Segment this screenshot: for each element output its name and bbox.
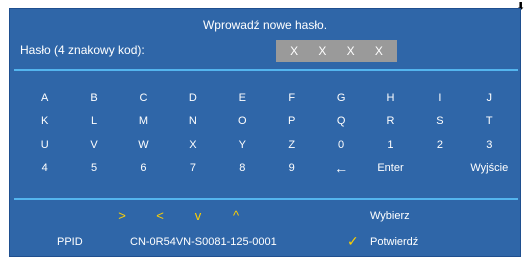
password-field[interactable]: X X X X: [276, 40, 397, 62]
key-h[interactable]: H: [366, 86, 415, 110]
key-o[interactable]: O: [218, 110, 267, 134]
chevron-up-icon: ^: [232, 208, 240, 223]
key-t[interactable]: T: [465, 110, 514, 134]
key-e[interactable]: E: [218, 86, 267, 110]
key-p[interactable]: P: [267, 110, 316, 134]
key-backspace[interactable]: ←: [316, 157, 365, 181]
key-6[interactable]: 6: [119, 157, 168, 181]
password-char-4: X: [374, 44, 383, 58]
key-enter[interactable]: Enter: [366, 157, 415, 181]
key-empty: [415, 157, 464, 181]
select-hint: Wybierz: [370, 210, 410, 222]
key-1[interactable]: 1: [366, 133, 415, 157]
key-7[interactable]: 7: [168, 157, 217, 181]
key-y[interactable]: Y: [218, 133, 267, 157]
keyboard-grid: A B C D E F G H I J K L M N O P Q R S T …: [20, 86, 514, 180]
key-2[interactable]: 2: [415, 133, 464, 157]
key-r[interactable]: R: [366, 110, 415, 134]
ppid-value: CN-0R54VN-S0081-125-0001: [130, 236, 277, 248]
key-j[interactable]: J: [465, 86, 514, 110]
key-f[interactable]: F: [267, 86, 316, 110]
chevron-left-icon: <: [156, 208, 164, 223]
password-dialog: Wprowadź nowe hasło. Hasło (4 znakowy ko…: [9, 8, 521, 257]
key-k[interactable]: K: [20, 110, 69, 134]
password-char-2: X: [318, 44, 327, 58]
screen: ⬇ Wprowadź nowe hasło. Hasło (4 znakowy …: [0, 0, 531, 262]
key-4[interactable]: 4: [20, 157, 69, 181]
password-label: Hasło (4 znakowy kod):: [20, 43, 145, 57]
key-c[interactable]: C: [119, 86, 168, 110]
key-9[interactable]: 9: [267, 157, 316, 181]
nav-arrows: > < v ^: [113, 208, 245, 223]
chevron-down-icon: v: [194, 208, 202, 223]
key-n[interactable]: N: [168, 110, 217, 134]
key-g[interactable]: G: [316, 86, 365, 110]
key-8[interactable]: 8: [218, 157, 267, 181]
key-z[interactable]: Z: [267, 133, 316, 157]
key-m[interactable]: M: [119, 110, 168, 134]
ppid-label: PPID: [57, 236, 83, 248]
key-w[interactable]: W: [119, 133, 168, 157]
confirm-hint: Potwierdź: [370, 236, 419, 248]
password-char-1: X: [290, 44, 299, 58]
key-0[interactable]: 0: [316, 133, 365, 157]
key-5[interactable]: 5: [69, 157, 118, 181]
divider-bottom: [14, 198, 518, 200]
key-a[interactable]: A: [20, 86, 69, 110]
key-exit[interactable]: Wyjście: [465, 157, 514, 181]
chevron-right-icon: >: [118, 208, 126, 223]
key-d[interactable]: D: [168, 86, 217, 110]
dialog-title: Wprowadź nowe hasło.: [202, 18, 328, 32]
key-s[interactable]: S: [415, 110, 464, 134]
key-u[interactable]: U: [20, 133, 69, 157]
key-3[interactable]: 3: [465, 133, 514, 157]
key-v[interactable]: V: [69, 133, 118, 157]
divider-top: [14, 69, 518, 71]
key-i[interactable]: I: [415, 86, 464, 110]
key-b[interactable]: B: [69, 86, 118, 110]
checkmark-icon: ✓: [347, 233, 359, 249]
password-char-3: X: [346, 44, 355, 58]
key-q[interactable]: Q: [316, 110, 365, 134]
key-l[interactable]: L: [69, 110, 118, 134]
key-x[interactable]: X: [168, 133, 217, 157]
